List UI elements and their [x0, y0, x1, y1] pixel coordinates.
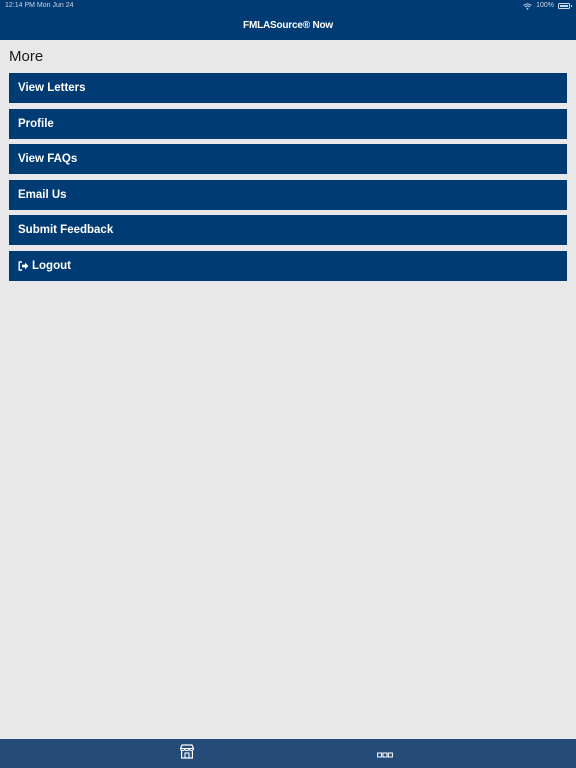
menu-item-label: Logout: [32, 259, 71, 272]
battery-percent: 100%: [536, 2, 554, 9]
menu-item-label: View FAQs: [18, 153, 78, 165]
view-letters-button[interactable]: View Letters: [9, 73, 567, 103]
status-bar: 12:14 PM Mon Jun 24 100%: [0, 0, 576, 12]
profile-button[interactable]: Profile: [9, 108, 567, 139]
menu-item-label: Email Us: [18, 188, 67, 201]
wifi-icon: [523, 2, 532, 10]
menu-item-label: Submit Feedback: [18, 224, 114, 236]
more-menu: View Letters Profile View FAQs Email Us …: [9, 73, 567, 286]
battery-icon: [558, 3, 572, 9]
status-right: 100%: [523, 0, 572, 12]
app-screen: 12:14 PM Mon Jun 24 100% FMLASource® Now…: [0, 0, 576, 768]
app-title: FMLASource® Now: [243, 20, 333, 31]
store-icon: [179, 743, 195, 764]
submit-feedback-button[interactable]: Submit Feedback: [9, 215, 567, 245]
page-title: More: [9, 48, 44, 65]
tab-bar: [0, 739, 576, 768]
menu-item-label: View Letters: [18, 82, 86, 94]
more-dots-icon: [377, 745, 393, 763]
tab-store[interactable]: [157, 739, 217, 768]
status-time-date: 12:14 PM Mon Jun 24: [5, 2, 74, 9]
logout-icon: [18, 260, 29, 271]
tab-more[interactable]: [355, 739, 415, 768]
logout-button[interactable]: Logout: [9, 250, 567, 281]
menu-item-label: Profile: [18, 117, 54, 130]
view-faqs-button[interactable]: View FAQs: [9, 144, 567, 174]
email-us-button[interactable]: Email Us: [9, 179, 567, 210]
nav-bar: 12:14 PM Mon Jun 24 100% FMLASource® Now: [0, 0, 576, 40]
